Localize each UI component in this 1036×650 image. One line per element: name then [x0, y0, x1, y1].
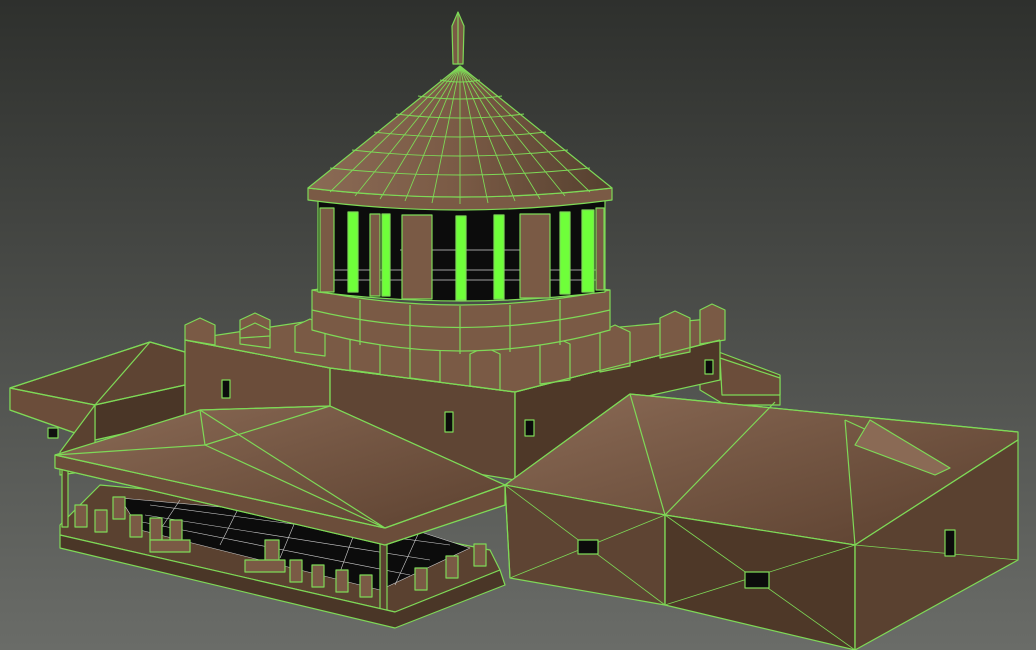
building-model-render[interactable] [0, 0, 1036, 650]
3d-viewport[interactable] [0, 0, 1036, 650]
drum-colonnade[interactable] [317, 199, 606, 302]
